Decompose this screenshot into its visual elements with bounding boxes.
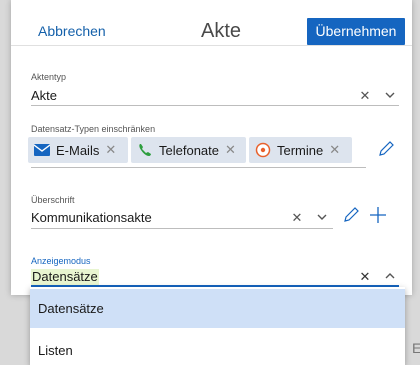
edit-icon[interactable] (376, 140, 396, 161)
aktentyp-underline (31, 105, 399, 106)
clear-icon[interactable]: ✕ (358, 270, 372, 284)
chip-remove-icon[interactable]: ✕ (329, 142, 340, 158)
chip-emails[interactable]: E-Mails ✕ (28, 137, 128, 163)
chip-label: Telefonate (159, 142, 219, 158)
appointment-icon (255, 142, 271, 158)
add-icon[interactable] (368, 205, 388, 228)
phone-icon (137, 142, 153, 158)
clear-icon[interactable]: ✕ (290, 211, 304, 225)
anzeigemodus-value[interactable]: Datensätze (31, 269, 99, 285)
chip-label: Termine (277, 142, 324, 158)
chevron-down-icon[interactable] (315, 211, 329, 226)
dropdown-option-datensaetze[interactable]: Datensätze (30, 289, 405, 328)
aktentyp-label: Aktentyp (31, 72, 67, 82)
aktentyp-value[interactable]: Akte (31, 88, 57, 104)
apply-button[interactable]: Übernehmen (307, 18, 405, 45)
chip-telefonate[interactable]: Telefonate ✕ (131, 137, 246, 163)
chip-termine[interactable]: Termine ✕ (249, 137, 352, 163)
ueberschrift-underline (31, 228, 333, 229)
chevron-down-icon[interactable] (383, 89, 397, 104)
dialog: Abbrechen Akte Übernehmen Aktentyp Akte … (11, 0, 412, 295)
cancel-button[interactable]: Abbrechen (38, 22, 106, 40)
ueberschrift-label: Überschrift (31, 195, 75, 205)
dialog-header: Abbrechen Akte Übernehmen (11, 0, 412, 46)
anzeigemodus-label: Anzeigemodus (31, 256, 91, 266)
mail-icon (34, 142, 50, 158)
chevron-up-icon[interactable] (383, 270, 397, 285)
datensatz-underline (31, 167, 366, 168)
chip-remove-icon[interactable]: ✕ (105, 142, 116, 158)
dropdown-option-listen[interactable]: Listen (30, 331, 405, 365)
dialog-title: Akte (200, 20, 242, 42)
edit-icon[interactable] (341, 206, 361, 227)
datensatz-label: Datensatz-Typen einschränken (31, 124, 156, 134)
ueberschrift-value[interactable]: Kommunikationsakte (31, 210, 152, 226)
anzeigemodus-dropdown: Datensätze Listen (30, 287, 405, 365)
chip-remove-icon[interactable]: ✕ (225, 142, 236, 158)
clear-icon[interactable]: ✕ (358, 89, 372, 103)
chip-label: E-Mails (56, 142, 100, 158)
background-text: E (412, 340, 420, 356)
